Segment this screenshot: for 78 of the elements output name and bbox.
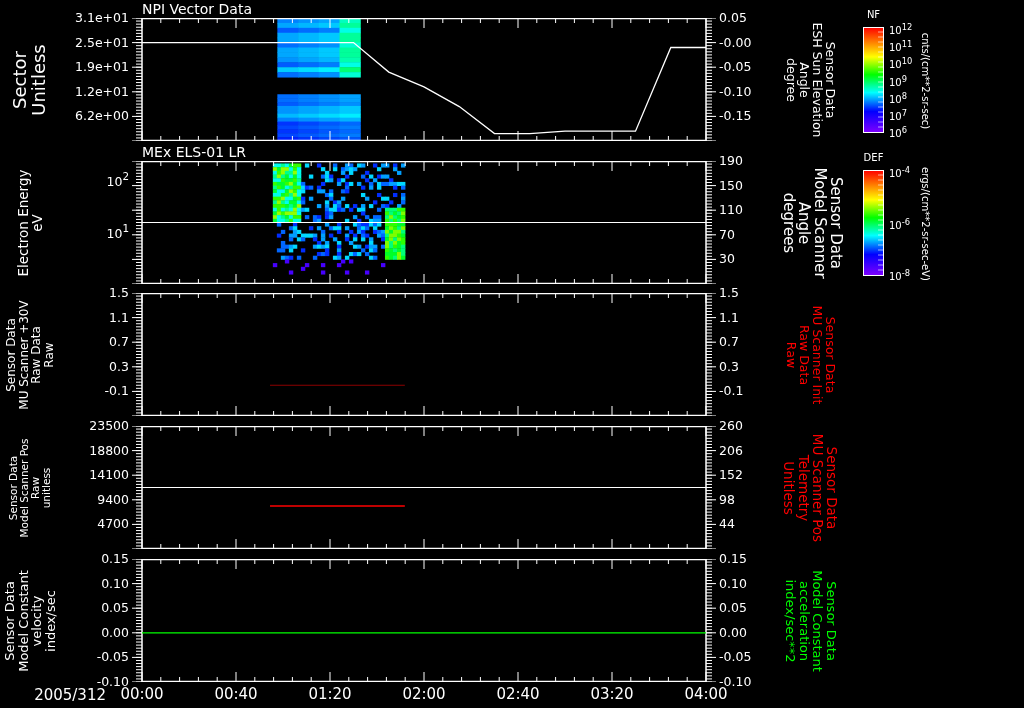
tick-label: 1.5 [109,286,129,300]
colorbar-tick-label: 10$^{-4}$ [889,163,911,181]
panel-title: MEx ELS-01 LR [142,144,247,161]
tick-label: 206 [719,443,743,458]
y-axis-label: Sensor Data MU Scanner Init Raw Data Raw [784,305,838,404]
tick-label: 44 [719,517,735,532]
tick-label: -0.10 [719,84,752,99]
tick-label: 0.05 [101,601,129,616]
tick-label: 0.15 [101,552,129,566]
y-axis-label: Sensor Data Model Scanner Pos Raw unitless [7,438,53,537]
colorbar-tick-label: 10$^{12}$ [889,20,913,38]
tick-label: 0.15 [719,552,747,566]
colorbar-tick-label: 10$^{-6}$ [889,215,911,232]
tick-label: -0.05 [719,650,752,665]
tick-label: 0.3 [719,359,739,374]
colorbar-tick-label: 10$^{10}$ [889,55,913,72]
tick-label: 3.1e+01 [75,11,129,25]
tick-label: 110 [719,203,743,218]
colorbar-tick-label: 10$^{7}$ [889,106,908,123]
tick-label: 1.9e+01 [75,60,129,75]
y-axis-label: Sensor Data Model Constant velocity index/sec [2,569,58,672]
tick-label: 4700 [97,517,129,532]
tick-label: -0.05 [719,60,752,75]
tick-label: 1.5 [719,286,739,300]
tick-label: 18800 [89,443,129,458]
tick-label: 98 [719,492,735,507]
colorbar-tick-label: 10$^{6}$ [889,123,908,141]
y-axis-label: Sensor Data MU Scanner +30V Raw Data Raw [4,299,56,410]
tick-label: 1.2e+01 [75,84,129,99]
tick-label: 0.10 [719,576,747,591]
time-label: 02:40 [496,685,540,703]
time-label: 01:20 [308,685,352,703]
tick-label: 0.05 [719,601,747,616]
colorbar-tick-label: 10$^{8}$ [889,89,908,106]
tick-label: 30 [719,252,735,267]
tick-label: 0.00 [101,625,129,640]
tick-label: -0.1 [719,384,744,399]
tick-label: -0.15 [719,109,752,124]
units-label: cnts/(cm**2-sr-sec) [919,32,931,130]
tick-label: 70 [719,227,735,242]
y-axis-label: Electron Energy eV [15,169,45,276]
colorbar-tick-label: 10$^{-8}$ [889,266,911,284]
tick-label: 10$^{1}$ [106,221,129,241]
colorbar-label: DEF [863,152,884,164]
tick-label: 1.1 [719,310,739,325]
tick-label: 1.1 [109,310,129,325]
colorbar-label: NF [865,9,882,21]
colorbar-tick-label: 10$^{9}$ [889,72,908,89]
tick-label: -0.00 [719,35,752,50]
tick-label: 0.10 [101,576,129,591]
tick-label: 190 [719,154,743,168]
colorbar-tick-label: 10$^{11}$ [889,38,913,55]
tick-label: -0.1 [104,384,129,399]
tick-label: 2.5e+01 [75,35,129,50]
tick-label: 23500 [89,419,129,433]
tick-label: 260 [719,419,743,433]
tick-label: 14100 [89,468,129,483]
tick-label: 10$^{2}$ [106,169,129,189]
tick-label: 9400 [97,492,129,507]
tick-label: 152 [719,468,743,483]
tick-label: -0.05 [96,650,129,665]
tick-label: 0.7 [719,335,739,350]
time-label: 02:00 [402,685,446,703]
y-axis-label: Sensor Data MU Scanner Pos Telemetry Unitless [782,433,840,542]
panel-title: NPI Vector Data [142,1,252,18]
tick-label: 6.2e+00 [75,109,129,124]
y-axis-label: Sector Unitless [11,43,49,116]
y-axis-label: Sensor Data ESH Sun Elevation Angle degree [784,22,838,137]
tick-label: 0.00 [719,625,747,640]
y-axis-label: Sensor Data Model Constant acceleration index/sec**2 [783,569,839,672]
tick-label: 0.05 [719,11,747,25]
tick-label: 0.7 [109,335,129,350]
tick-label: 0.3 [109,359,129,374]
y-axis-label: Sensor Data Model Scanner Angle degrees [779,166,843,279]
units-label: ergs/(cm**2-sr-sec-eV) [919,167,931,281]
tick-label: 150 [719,178,743,193]
time-label: 00:40 [214,685,258,703]
time-label: 03:20 [590,685,634,703]
